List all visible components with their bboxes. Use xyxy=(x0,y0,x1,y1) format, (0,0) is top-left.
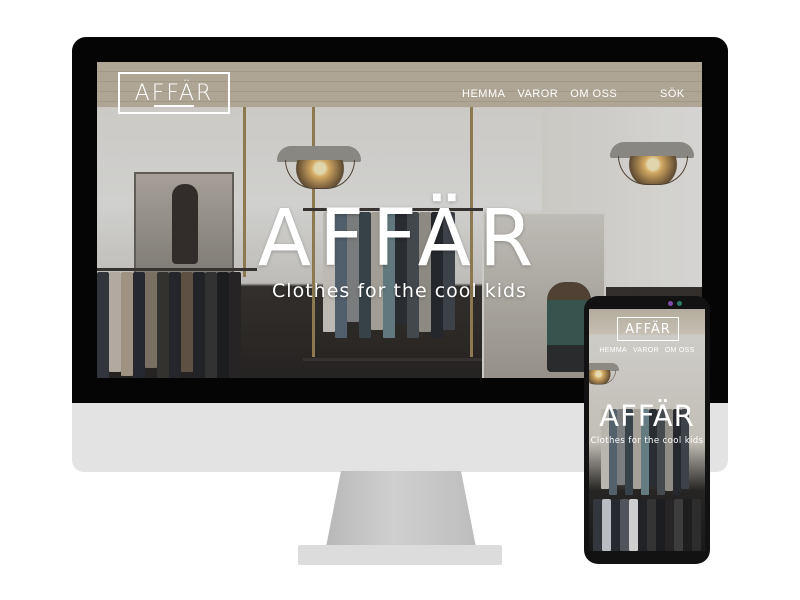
phone-camera-icon xyxy=(668,301,673,306)
mobile-hero-tagline: Clothes for the cool kids xyxy=(590,436,704,446)
mobile-screen: AFFÄR HEMMA VAROR OM OSS AFFÄR Clothes f… xyxy=(589,309,705,551)
hero-title: AFFÄR xyxy=(257,194,542,284)
nav-item-varor[interactable]: VAROR xyxy=(517,88,558,100)
phone-frame: AFFÄR HEMMA VAROR OM OSS AFFÄR Clothes f… xyxy=(584,296,710,564)
mobile-nav: HEMMA VAROR OM OSS xyxy=(589,347,705,354)
mobile-nav-item-om-oss[interactable]: OM OSS xyxy=(665,347,695,354)
site-logo[interactable]: AFFÄR xyxy=(118,72,230,114)
phone-sensor-icon xyxy=(677,301,682,306)
nav-item-om-oss[interactable]: OM OSS xyxy=(570,88,617,100)
site-logo-text: AFFÄR xyxy=(134,80,214,106)
mobile-logo-text: AFFÄR xyxy=(625,321,671,337)
mobile-nav-item-hemma[interactable]: HEMMA xyxy=(599,347,627,354)
mobile-hero-title: AFFÄR xyxy=(599,399,695,433)
logo-underline xyxy=(154,105,194,107)
main-nav: HEMMA VAROR OM OSS xyxy=(462,88,617,100)
monitor-stand-base xyxy=(298,545,502,565)
mobile-nav-item-varor[interactable]: VAROR xyxy=(633,347,659,354)
monitor-stand-neck xyxy=(326,471,476,547)
mobile-site-logo[interactable]: AFFÄR xyxy=(617,317,679,341)
search-link[interactable]: SÖK xyxy=(660,88,685,100)
nav-item-hemma[interactable]: HEMMA xyxy=(462,88,505,100)
